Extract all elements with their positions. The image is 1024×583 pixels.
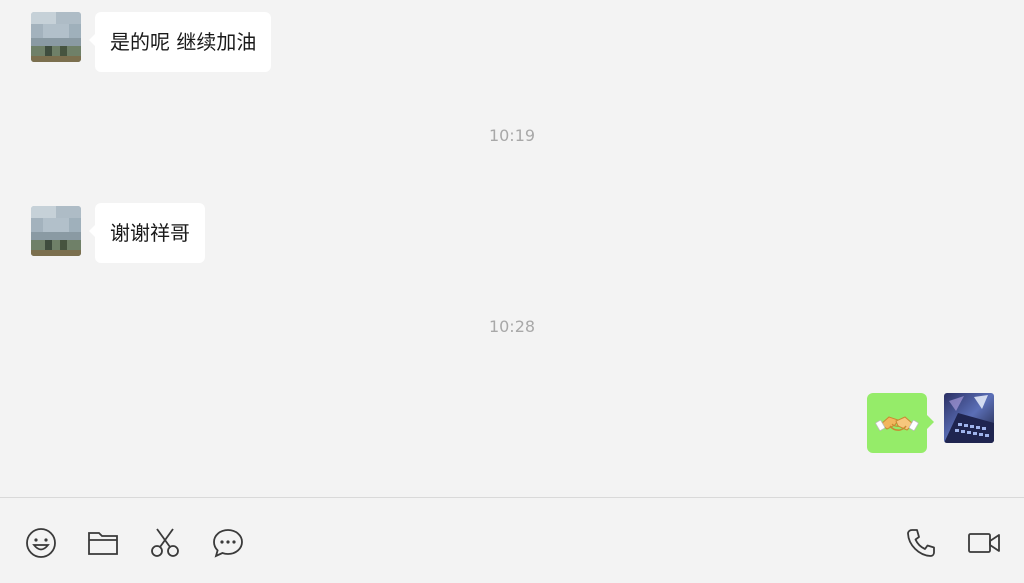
message-text: 谢谢祥哥 — [110, 221, 190, 245]
message-timestamp: 10:28 — [488, 317, 536, 336]
message-text: 是的呢 继续加油 — [110, 30, 257, 54]
scissors-icon[interactable] — [148, 526, 182, 560]
chat-window: 是的呢 继续加油 10:19 谢谢祥哥 10:28 — [0, 0, 1024, 583]
message-bubble-outgoing[interactable] — [867, 393, 934, 453]
chat-bubble-icon[interactable] — [211, 526, 245, 560]
phone-icon[interactable] — [904, 526, 938, 560]
message-timestamp: 10:19 — [488, 126, 536, 145]
message-list[interactable]: 是的呢 继续加油 10:19 谢谢祥哥 10:28 — [0, 0, 1024, 497]
handshake-emoji-icon — [867, 393, 927, 453]
video-camera-icon[interactable] — [967, 526, 1001, 560]
emoji-icon[interactable] — [24, 526, 58, 560]
folder-icon[interactable] — [86, 526, 120, 560]
contact-avatar[interactable] — [31, 12, 81, 62]
contact-avatar[interactable] — [31, 206, 81, 256]
chat-toolbar — [0, 497, 1024, 583]
message-bubble-incoming[interactable]: 谢谢祥哥 — [89, 203, 205, 263]
message-bubble-incoming[interactable]: 是的呢 继续加油 — [88, 12, 272, 72]
user-avatar[interactable] — [944, 393, 994, 443]
